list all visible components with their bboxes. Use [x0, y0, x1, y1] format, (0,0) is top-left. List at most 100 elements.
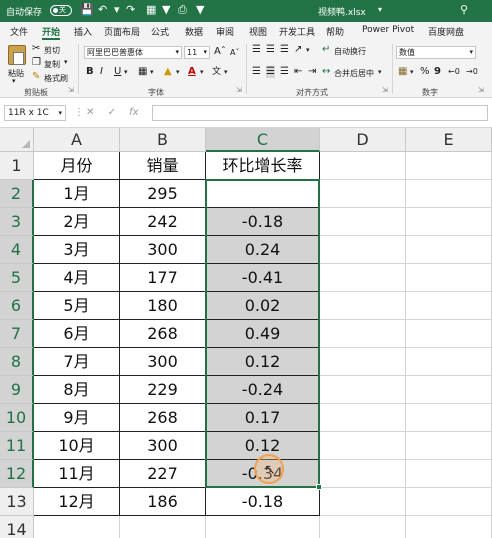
name-box[interactable]: 11R x 1C ▾	[4, 105, 66, 121]
cell-c14[interactable]	[206, 516, 320, 538]
bold-button[interactable]: B	[86, 66, 94, 78]
merge-dropdown-icon[interactable]: ▾	[378, 68, 382, 76]
cell-d6[interactable]	[320, 292, 406, 320]
cell-c5[interactable]: -0.41	[206, 264, 320, 292]
cell-d7[interactable]	[320, 320, 406, 348]
cell-d11[interactable]	[320, 432, 406, 460]
fill-color-icon[interactable]: ▲	[164, 66, 172, 78]
align-right-icon[interactable]: ☰	[280, 66, 289, 78]
cell-a2[interactable]: 1月	[34, 180, 120, 208]
merge-center-button[interactable]: 合并后居中	[334, 68, 374, 79]
enter-button[interactable]: ✓	[108, 107, 116, 118]
cell-b4[interactable]: 300	[120, 236, 206, 264]
cell-b7[interactable]: 268	[120, 320, 206, 348]
quick-print-icon[interactable]: ⎙	[178, 3, 187, 17]
comma-style-button[interactable]: 9	[434, 66, 441, 78]
cell-c9[interactable]: -0.24	[206, 376, 320, 404]
alignment-launcher-icon[interactable]: ⇲	[382, 86, 388, 94]
cell-c10[interactable]: 0.17	[206, 404, 320, 432]
fill-color-dropdown-icon[interactable]: ▾	[176, 68, 180, 76]
cell-a13[interactable]: 12月	[34, 488, 120, 516]
accounting-dropdown-icon[interactable]: ▾	[410, 68, 414, 76]
cell-a4[interactable]: 3月	[34, 236, 120, 264]
orientation-icon[interactable]: ↗	[294, 44, 302, 56]
cell-e7[interactable]	[406, 320, 492, 348]
cell-e9[interactable]	[406, 376, 492, 404]
cell-b10[interactable]: 268	[120, 404, 206, 432]
paste-icon[interactable]	[8, 45, 26, 65]
borders-dropdown-icon[interactable]: ▾	[150, 68, 154, 76]
font-name-combo[interactable]: 阿里巴巴普惠体 ▾	[84, 46, 182, 59]
decrease-indent-icon[interactable]: ⇤	[294, 66, 302, 78]
cell-a10[interactable]: 9月	[34, 404, 120, 432]
column-header-b[interactable]: B	[120, 128, 206, 152]
cell-a5[interactable]: 4月	[34, 264, 120, 292]
filter-icon[interactable]: ▼	[162, 3, 170, 16]
cell-c8[interactable]: 0.12	[206, 348, 320, 376]
row-header[interactable]: 3	[0, 208, 34, 236]
cell-b3[interactable]: 242	[120, 208, 206, 236]
tab-help[interactable]: 帮助	[326, 25, 344, 38]
row-header[interactable]: 12	[0, 460, 34, 488]
row-header[interactable]: 14	[0, 516, 34, 538]
format-painter-button[interactable]: 格式刷	[44, 73, 68, 84]
cell-c2[interactable]	[206, 180, 320, 208]
percent-style-button[interactable]: %	[420, 66, 430, 78]
cell-d10[interactable]	[320, 404, 406, 432]
cell-c7[interactable]: 0.49	[206, 320, 320, 348]
align-bottom-icon[interactable]: ☰	[280, 44, 289, 56]
cell-b11[interactable]: 300	[120, 432, 206, 460]
tab-review[interactable]: 审阅	[216, 25, 234, 38]
underline-dropdown-icon[interactable]: ▾	[124, 68, 128, 76]
format-painter-icon[interactable]: ✎	[32, 71, 40, 83]
font-size-combo[interactable]: 11 ▾	[184, 46, 210, 59]
cut-button[interactable]: 剪切	[44, 45, 60, 56]
cell-e14[interactable]	[406, 516, 492, 538]
paste-button[interactable]: 粘贴	[8, 68, 24, 79]
increase-decimal-icon[interactable]: ←0	[448, 66, 460, 78]
column-header-c[interactable]: C	[206, 128, 320, 152]
cancel-button[interactable]: ✕	[86, 107, 94, 118]
cell-e13[interactable]	[406, 488, 492, 516]
row-header[interactable]: 5	[0, 264, 34, 292]
number-launcher-icon[interactable]: ⇲	[478, 86, 484, 94]
filename-dropdown-icon[interactable]: ▾	[378, 5, 382, 14]
autosave-toggle[interactable]: 关	[50, 5, 72, 16]
cell-d1[interactable]	[320, 152, 406, 180]
cell-c1[interactable]: 环比增长率	[206, 152, 320, 180]
align-center-icon[interactable]: ☰	[266, 66, 275, 78]
insert-function-button[interactable]: fx	[129, 107, 138, 118]
cell-b6[interactable]: 180	[120, 292, 206, 320]
tab-page-layout[interactable]: 页面布局	[104, 25, 140, 38]
clipboard-launcher-icon[interactable]: ⇲	[68, 86, 74, 94]
copy-icon[interactable]: ❐	[32, 57, 41, 69]
cell-c6[interactable]: 0.02	[206, 292, 320, 320]
cell-d9[interactable]	[320, 376, 406, 404]
cell-d5[interactable]	[320, 264, 406, 292]
align-middle-icon[interactable]: ☰	[266, 44, 275, 56]
cell-d14[interactable]	[320, 516, 406, 538]
cell-b14[interactable]	[120, 516, 206, 538]
cell-b2[interactable]: 295	[120, 180, 206, 208]
formula-bar-grip-icon[interactable]: ⋮	[74, 107, 84, 118]
customize-toolbar-icon[interactable]: ▼	[196, 3, 204, 16]
formula-input[interactable]	[152, 105, 488, 121]
underline-button[interactable]: U	[114, 66, 121, 78]
cell-d4[interactable]	[320, 236, 406, 264]
align-left-icon[interactable]: ☰	[252, 66, 261, 78]
cell-a6[interactable]: 5月	[34, 292, 120, 320]
row-header[interactable]: 11	[0, 432, 34, 460]
cell-b13[interactable]: 186	[120, 488, 206, 516]
row-header[interactable]: 8	[0, 348, 34, 376]
cell-d3[interactable]	[320, 208, 406, 236]
merge-center-icon[interactable]: ↔	[322, 66, 330, 78]
cell-b1[interactable]: 销量	[120, 152, 206, 180]
cell-e3[interactable]	[406, 208, 492, 236]
cell-e2[interactable]	[406, 180, 492, 208]
fill-handle[interactable]	[316, 484, 322, 490]
cell-a14[interactable]	[34, 516, 120, 538]
column-header-a[interactable]: A	[34, 128, 120, 152]
cell-a7[interactable]: 6月	[34, 320, 120, 348]
cell-e5[interactable]	[406, 264, 492, 292]
cell-e11[interactable]	[406, 432, 492, 460]
